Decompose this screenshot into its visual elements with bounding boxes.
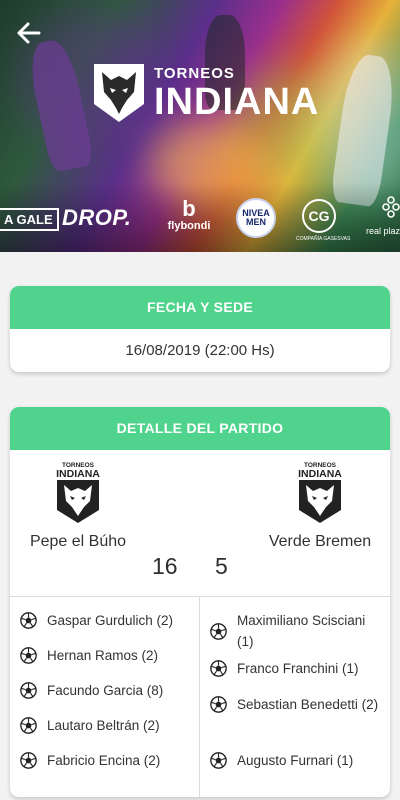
scorer-name: Gaspar Gurdulich (2) (47, 613, 174, 628)
header-banner: TORNEOS INDIANA A GALE DROP. b flybondi … (0, 0, 400, 252)
soccer-ball-icon (210, 696, 227, 713)
scorers-divider (199, 597, 200, 797)
sponsor-drop: DROP. (62, 205, 132, 230)
nivea-men-text: MEN (246, 217, 266, 227)
away-team: TORNEOS INDIANA Verde Bremen (260, 460, 380, 553)
back-button[interactable] (14, 18, 44, 48)
away-score: 5 (215, 553, 228, 579)
scorer-name: Facundo Garcia (8) (47, 683, 164, 698)
fecha-card: FECHA Y SEDE 16/08/2019 (22:00 Hs) (10, 286, 390, 372)
scorer-item: Augusto Furnari (1) (210, 750, 353, 771)
svg-text:INDIANA: INDIANA (56, 468, 100, 480)
fecha-card-title: FECHA Y SEDE (10, 286, 390, 329)
torneos-indiana-logo: TORNEOS INDIANA (92, 62, 319, 124)
match-date: 16/08/2019 (22:00 Hs) (125, 342, 275, 359)
real-plaza-icon (382, 196, 400, 218)
soccer-ball-icon (210, 622, 227, 640)
soccer-ball-icon (20, 752, 37, 769)
scorer-item: Maximiliano Scisciani (1) (210, 610, 367, 652)
scorer-item: Gaspar Gurdulich (2) (20, 610, 173, 631)
sponsor-flybondi: b flybondi (165, 196, 213, 233)
svg-text:INDIANA: INDIANA (298, 468, 342, 480)
arrow-left-icon (17, 22, 41, 44)
home-score: 16 (152, 553, 178, 579)
home-team-name: Pepe el Búho (29, 533, 127, 550)
scorer-item: Lautaro Beltrán (2) (20, 715, 160, 736)
soccer-ball-icon (20, 647, 37, 664)
flybondi-mark: b (182, 196, 196, 221)
match-detail-title: DETALLE DEL PARTIDO (10, 407, 390, 450)
sponsor-gale: A GALE (0, 208, 59, 231)
team-shield-icon: TORNEOS INDIANA (56, 462, 100, 523)
scorer-item: Fabricio Encina (2) (20, 750, 160, 771)
soccer-ball-icon (20, 612, 37, 629)
logo-top-text: TORNEOS (154, 64, 235, 82)
soccer-ball-icon (210, 752, 227, 769)
team-shield-icon: TORNEOS INDIANA (298, 462, 342, 523)
scorers-section: Gaspar Gurdulich (2) Hernan Ramos (2) Fa… (10, 597, 390, 797)
logo-main-text: INDIANA (154, 80, 320, 123)
scorer-name: Fabricio Encina (2) (47, 753, 161, 768)
scorer-name: Lautaro Beltrán (2) (47, 718, 160, 733)
scorer-name: Maximiliano Scisciani (1) (237, 613, 366, 649)
match-score-section: TORNEOS INDIANA Pepe el Búho 16 5 TORNEO… (10, 450, 390, 597)
soccer-ball-icon (20, 717, 37, 734)
away-team-name: Verde Bremen (268, 533, 372, 550)
soccer-ball-icon (20, 682, 37, 699)
scorer-item: Hernan Ramos (2) (20, 645, 158, 666)
wolf-shield-icon (94, 64, 144, 122)
scorer-name: Sebastian Benedetti (2) (237, 697, 379, 712)
scorer-name: Franco Franchini (1) (237, 661, 359, 676)
scorer-name: Hernan Ramos (2) (47, 648, 159, 663)
sponsor-cg-subtitle: COMPAÑÍA GASESVAS (296, 236, 351, 242)
sponsor-real-plaza: real plaza (366, 226, 400, 236)
match-detail-card: DETALLE DEL PARTIDO TORNEOS INDIANA Pepe… (10, 407, 390, 797)
soccer-ball-icon (210, 660, 227, 677)
sponsor-nivea-men: NIVEA MEN (236, 198, 276, 238)
scorer-item: Sebastian Benedetti (2) (210, 694, 387, 715)
scorer-item: Franco Franchini (1) (210, 658, 359, 679)
sponsor-cg: CG (302, 199, 336, 233)
home-team: TORNEOS INDIANA Pepe el Búho (18, 460, 138, 553)
flybondi-text: flybondi (167, 220, 211, 232)
scorer-item: Facundo Garcia (8) (20, 680, 163, 701)
scorer-name: Augusto Furnari (1) (237, 753, 354, 768)
